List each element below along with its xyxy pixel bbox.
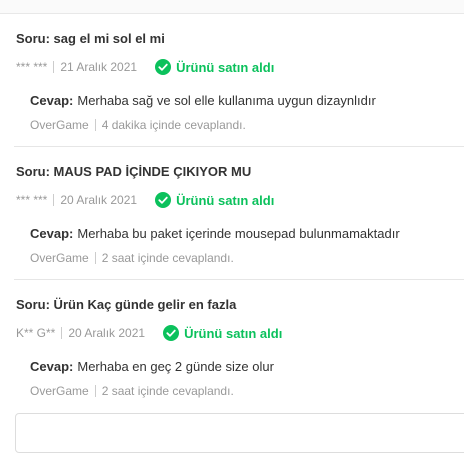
question-meta: *** *** 20 Aralık 2021 Ürünü satın aldı (16, 191, 274, 209)
question-meta: K** G** 20 Aralık 2021 Ürünü satın aldı (16, 324, 282, 342)
meta-divider (94, 252, 96, 264)
answer-meta: OverGame 4 dakika içinde cevaplandı. (30, 116, 246, 134)
check-circle-icon (155, 192, 172, 208)
meta-divider (61, 327, 63, 339)
verified-buyer-badge: Ürünü satın aldı (155, 192, 274, 208)
answer-label: Cevap: (30, 359, 74, 374)
question-date: 20 Aralık 2021 (60, 193, 138, 207)
meta-divider (94, 119, 96, 131)
answer: Cevap: Merhaba en geç 2 günde size olur (30, 359, 274, 374)
answer-label: Cevap: (30, 226, 74, 241)
previous-section-band (0, 0, 464, 14)
question-date: 21 Aralık 2021 (60, 60, 138, 74)
question-item: Soru: Ürün Kaç günde gelir en fazla K** … (0, 280, 464, 413)
answer-text: Merhaba en geç 2 günde size olur (77, 359, 274, 374)
question-input-box[interactable] (15, 413, 464, 453)
question-author: *** *** (16, 60, 48, 74)
verified-label: Ürünü satın aldı (176, 192, 275, 208)
question-text: Soru: sag el mi sol el mi (16, 31, 165, 46)
question-author: K** G** (16, 326, 56, 340)
question-item: Soru: MAUS PAD İÇİNDE ÇIKIYOR MU *** ***… (0, 147, 464, 280)
seller-name: OverGame (30, 118, 89, 132)
meta-divider (53, 61, 55, 73)
answer-text: Merhaba bu paket içerinde mousepad bulun… (77, 226, 400, 241)
question-meta: *** *** 21 Aralık 2021 Ürünü satın aldı (16, 58, 274, 76)
answered-time: 4 dakika içinde cevaplandı. (101, 118, 246, 132)
check-circle-icon (163, 325, 180, 341)
answer: Cevap: Merhaba bu paket içerinde mousepad… (30, 226, 400, 241)
answered-time: 2 saat içinde cevaplandı. (101, 384, 234, 398)
seller-name: OverGame (30, 384, 89, 398)
answer-meta: OverGame 2 saat içinde cevaplandı. (30, 249, 234, 267)
check-circle-icon (155, 59, 172, 75)
meta-divider (94, 385, 96, 397)
question-date: 20 Aralık 2021 (68, 326, 146, 340)
answer-label: Cevap: (30, 93, 74, 108)
answer: Cevap: Merhaba sağ ve sol elle kullanıma … (30, 93, 376, 108)
questions-list: Soru: sag el mi sol el mi *** *** 21 Ara… (0, 14, 464, 413)
verified-label: Ürünü satın aldı (176, 59, 275, 75)
question-author: *** *** (16, 193, 48, 207)
meta-divider (53, 194, 55, 206)
seller-name: OverGame (30, 251, 89, 265)
answer-meta: OverGame 2 saat içinde cevaplandı. (30, 382, 234, 400)
verified-buyer-badge: Ürünü satın aldı (163, 325, 282, 341)
question-item: Soru: sag el mi sol el mi *** *** 21 Ara… (0, 14, 464, 147)
answer-text: Merhaba sağ ve sol elle kullanıma uygun … (77, 93, 376, 108)
answered-time: 2 saat içinde cevaplandı. (101, 251, 234, 265)
verified-buyer-badge: Ürünü satın aldı (155, 59, 274, 75)
verified-label: Ürünü satın aldı (184, 325, 283, 341)
question-text: Soru: MAUS PAD İÇİNDE ÇIKIYOR MU (16, 164, 252, 179)
question-text: Soru: Ürün Kaç günde gelir en fazla (16, 297, 237, 312)
